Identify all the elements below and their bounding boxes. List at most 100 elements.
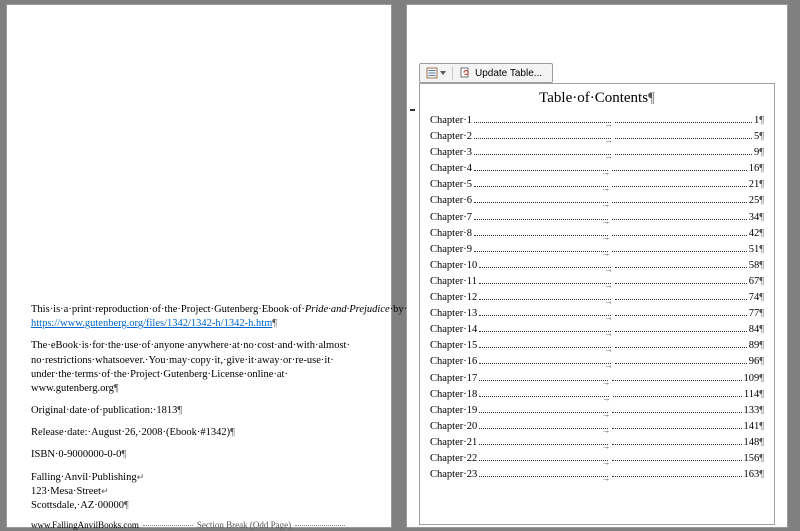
tab-arrow-icon: → bbox=[601, 164, 610, 180]
tab-arrow-icon: → bbox=[604, 261, 613, 277]
copyright-body: This·is·a·print·reproduction·of·the·Proj… bbox=[31, 303, 367, 531]
tab-leader bbox=[612, 170, 746, 171]
toc-entry-label: Chapter·16 bbox=[430, 354, 477, 370]
toc-entry[interactable]: Chapter·9→51 bbox=[430, 242, 764, 258]
tab-leader bbox=[615, 138, 752, 139]
pilcrow-icon bbox=[759, 177, 764, 193]
pilcrow-icon bbox=[759, 226, 764, 242]
tab-leader: → bbox=[479, 476, 608, 477]
tab-arrow-icon: → bbox=[601, 374, 610, 390]
toc-title: Table·of·Contents bbox=[430, 90, 764, 107]
tab-leader: → bbox=[479, 267, 611, 268]
toc-entry-page: 96 bbox=[749, 354, 760, 370]
toc-entry[interactable]: Chapter·20→141 bbox=[430, 419, 764, 435]
toc-entry[interactable]: Chapter·23→163 bbox=[430, 467, 764, 483]
toc-entry-page: 148 bbox=[744, 435, 760, 451]
tab-arrow-icon: → bbox=[601, 229, 610, 245]
gutenberg-link[interactable]: https://www.gutenberg.org/files/1342/134… bbox=[31, 318, 272, 329]
toc-entry[interactable]: Chapter·22→156 bbox=[430, 451, 764, 467]
tab-leader bbox=[615, 283, 747, 284]
tab-leader: → bbox=[474, 219, 608, 220]
pilcrow-icon bbox=[272, 318, 277, 329]
toc-entry-label: Chapter·11 bbox=[430, 274, 477, 290]
page-right[interactable]: Update Table... Table·of·Contents Chapte… bbox=[406, 4, 788, 528]
toc-entry[interactable]: Chapter·11→67 bbox=[430, 274, 764, 290]
update-table-button[interactable]: Update Table... bbox=[456, 65, 549, 81]
toc-entry-page: 109 bbox=[744, 371, 760, 387]
toc-entry[interactable]: Chapter·14→84 bbox=[430, 322, 764, 338]
toc-entry-page: 133 bbox=[744, 403, 760, 419]
tab-leader bbox=[615, 363, 747, 364]
section-break: www.FallingAnvilBooks.com Section Break … bbox=[31, 519, 367, 531]
toc-entry-label: Chapter·19 bbox=[430, 403, 477, 419]
tab-arrow-icon: → bbox=[601, 454, 610, 470]
toc-entry-label: Chapter·20 bbox=[430, 419, 477, 435]
tab-arrow-icon: → bbox=[604, 116, 613, 132]
toc-entry[interactable]: Chapter·6→25 bbox=[430, 193, 764, 209]
toc-entry[interactable]: Chapter·21→148 bbox=[430, 435, 764, 451]
toc-rows: Chapter·1→1Chapter·2→5Chapter·3→9 Chapter… bbox=[430, 113, 764, 483]
tab-arrow-icon: → bbox=[604, 132, 613, 148]
tab-leader: → bbox=[479, 396, 608, 397]
toc-entry[interactable]: Chapter·2→5 bbox=[430, 129, 764, 145]
workspace: This·is·a·print·reproduction·of·the·Proj… bbox=[0, 0, 800, 531]
toc-entry[interactable]: Chapter·17 → 109 bbox=[430, 371, 764, 387]
license-l1: The·eBook·is·for·the·use·of·anyone·anywh… bbox=[31, 340, 350, 351]
page-left[interactable]: This·is·a·print·reproduction·of·the·Proj… bbox=[6, 4, 392, 528]
toc-entry-label: Chapter·10 bbox=[430, 258, 477, 274]
toc-entry[interactable]: Chapter·1→1 bbox=[430, 113, 764, 129]
tab-leader bbox=[612, 476, 741, 477]
toc-entry[interactable]: Chapter·10→58 bbox=[430, 258, 764, 274]
tab-leader: → bbox=[479, 460, 608, 461]
toc-field[interactable]: Table·of·Contents Chapter·1→1Chapter·2→5… bbox=[419, 83, 775, 525]
pilcrow-icon bbox=[759, 451, 764, 467]
toc-entry[interactable]: Chapter·18→114 bbox=[430, 387, 764, 403]
toc-entry[interactable]: Chapter·16→96 bbox=[430, 354, 764, 370]
toc-entry[interactable]: Chapter·13→77 bbox=[430, 306, 764, 322]
license-paragraph: The·eBook·is·for·the·use·of·anyone·anywh… bbox=[31, 339, 367, 396]
tab-leader: → bbox=[479, 428, 608, 429]
tab-leader bbox=[612, 444, 741, 445]
toc-entry-page: 21 bbox=[749, 177, 760, 193]
pilcrow-icon bbox=[759, 274, 764, 290]
book-title: Pride·and·Prejudice bbox=[305, 304, 390, 315]
toc-entry-label: Chapter·9 bbox=[430, 242, 472, 258]
toc-entry[interactable]: Chapter·5→21 bbox=[430, 177, 764, 193]
toc-entry-page: 42 bbox=[749, 226, 760, 242]
toc-entry-page: 16 bbox=[749, 161, 760, 177]
toc-entry[interactable]: Chapter·3→9 bbox=[430, 145, 764, 161]
tab-leader bbox=[612, 219, 746, 220]
toc-options-button[interactable] bbox=[423, 65, 449, 81]
pilcrow-icon bbox=[121, 449, 126, 460]
publisher-name: Falling·Anvil·Publishing bbox=[31, 472, 137, 483]
toc-entry-label: Chapter·17 bbox=[430, 371, 477, 387]
pilcrow-icon bbox=[177, 405, 182, 416]
soft-return-icon bbox=[137, 472, 145, 483]
pilcrow-icon bbox=[648, 90, 655, 106]
toc-entry[interactable]: Chapter·7→34 bbox=[430, 210, 764, 226]
tab-leader bbox=[615, 315, 747, 316]
tab-leader: → bbox=[474, 122, 611, 123]
publisher-addr2: Scottsdale,·AZ·00000 bbox=[31, 500, 124, 511]
toc-entry[interactable]: Chapter·8→42 bbox=[430, 226, 764, 242]
tab-leader bbox=[615, 347, 747, 348]
toc-entry[interactable]: Chapter·12→74 bbox=[430, 290, 764, 306]
tab-leader: → bbox=[474, 251, 608, 252]
toc-entry-page: 163 bbox=[744, 467, 760, 483]
field-marker bbox=[410, 109, 415, 111]
pilcrow-icon bbox=[759, 403, 764, 419]
pilcrow-icon bbox=[759, 145, 764, 161]
toc-entry-label: Chapter·6 bbox=[430, 193, 472, 209]
pilcrow-icon bbox=[114, 383, 119, 394]
list-icon bbox=[426, 67, 438, 79]
soft-return-icon bbox=[101, 486, 109, 497]
toc-entry[interactable]: Chapter·15→89 bbox=[430, 338, 764, 354]
tab-arrow-icon: → bbox=[601, 213, 610, 229]
tab-leader bbox=[615, 299, 747, 300]
tab-arrow-icon: → bbox=[604, 277, 613, 293]
publisher-url: www.FallingAnvilBooks.com bbox=[31, 519, 139, 531]
toc-entry-label: Chapter·21 bbox=[430, 435, 477, 451]
toc-entry[interactable]: Chapter·19→133 bbox=[430, 403, 764, 419]
toc-entry-page: 58 bbox=[749, 258, 760, 274]
toc-entry[interactable]: Chapter·4→16 bbox=[430, 161, 764, 177]
